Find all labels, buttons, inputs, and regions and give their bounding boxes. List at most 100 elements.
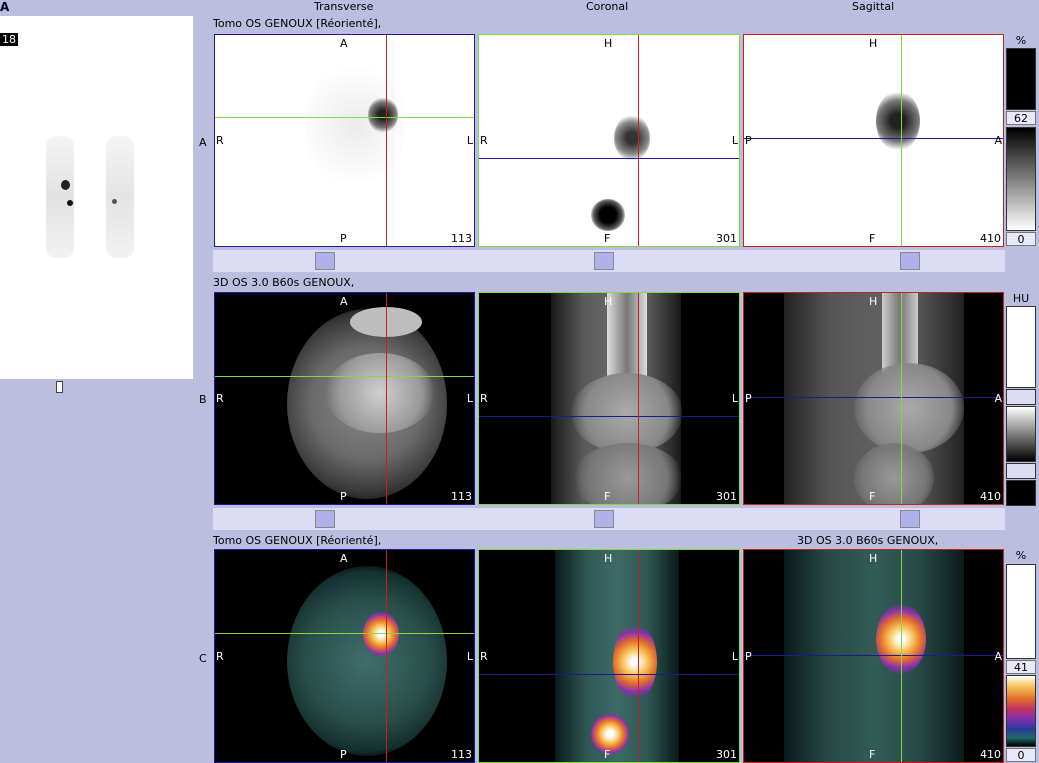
row-b-slice-slider-strip <box>213 508 1005 530</box>
orient-right: L <box>731 650 738 663</box>
row-c-title: Tomo OS GENOUX [Réorienté], <box>213 534 382 547</box>
whole-body-thumbnail[interactable]: 18 <box>0 16 193 379</box>
row-c-title-right: 3D OS 3.0 B60s GENOUX, <box>797 534 939 547</box>
row-c-colorbar-upper[interactable] <box>1006 564 1036 659</box>
slice-number: 113 <box>451 232 472 245</box>
transverse-slice-knob[interactable] <box>315 510 335 528</box>
orient-top: H <box>869 37 878 50</box>
orient-right: L <box>466 392 473 405</box>
row-b-window-upper[interactable] <box>1006 389 1036 405</box>
orient-top: H <box>604 37 613 50</box>
orient-bottom: P <box>340 232 347 245</box>
row-a-coronal-viewport[interactable]: H F R L 301 <box>478 34 740 247</box>
ct-femur-condyles <box>571 373 683 453</box>
orient-bottom: F <box>869 490 876 503</box>
orient-left: R <box>216 392 224 405</box>
orient-top: A <box>340 552 348 565</box>
crosshair-vertical <box>901 550 902 762</box>
row-b-sagittal-viewport[interactable]: H F P A 410 <box>743 292 1004 505</box>
row-b-window-lower[interactable] <box>1006 463 1036 479</box>
slice-number: 301 <box>716 490 737 503</box>
view-header-transverse: Transverse <box>314 0 374 13</box>
orient-left: P <box>745 392 752 405</box>
row-c-colorbar[interactable] <box>1006 675 1036 747</box>
frame-count: 18 <box>0 33 18 46</box>
uptake-hotspot <box>876 91 920 151</box>
crosshair-vertical <box>638 35 639 246</box>
slice-number: 301 <box>716 232 737 245</box>
orient-bottom: F <box>869 748 876 761</box>
row-b-colorbar-upper[interactable] <box>1006 306 1036 388</box>
row-c-sagittal-viewport[interactable]: H F P A 410 <box>743 549 1004 763</box>
orient-top: H <box>604 552 613 565</box>
ct-femur-condyle <box>325 353 435 433</box>
orient-bottom: F <box>869 232 876 245</box>
row-c-coronal-viewport[interactable]: H F R L 301 <box>478 549 740 763</box>
orient-top: H <box>869 295 878 308</box>
row-a-window-value[interactable]: 62 <box>1006 111 1036 125</box>
slice-number: 113 <box>451 748 472 761</box>
coronal-slice-knob[interactable] <box>594 510 614 528</box>
orient-right: L <box>466 134 473 147</box>
thumbnail-hotspot <box>61 180 70 190</box>
panel-tag: A <box>0 0 10 14</box>
row-a-min-value[interactable]: 0 <box>1006 232 1036 246</box>
coronal-slice-knob[interactable] <box>594 252 614 270</box>
orient-top: H <box>869 552 878 565</box>
row-a-colorbar-upper[interactable] <box>1006 48 1036 110</box>
crosshair-horizontal <box>215 633 474 634</box>
row-c-window-value[interactable]: 41 <box>1006 660 1036 674</box>
ct-femur-shaft <box>607 293 647 383</box>
orient-top: H <box>604 295 613 308</box>
row-b-coronal-viewport[interactable]: H F R L 301 <box>478 292 740 505</box>
crosshair-vertical <box>386 35 387 246</box>
view-header-sagittal: Sagittal <box>852 0 895 13</box>
thumbnail-hotspot <box>112 199 117 204</box>
fusion-hotspot <box>591 714 629 754</box>
ct-tibia-plateau <box>573 443 683 504</box>
row-a-sagittal-viewport[interactable]: H F P A 410 <box>743 34 1004 247</box>
row-a-label: A <box>199 136 207 149</box>
view-header-coronal: Coronal <box>586 0 629 13</box>
slice-number: 410 <box>980 748 1001 761</box>
ct-tibia <box>854 443 934 504</box>
orient-right: L <box>466 650 473 663</box>
sagittal-slice-knob[interactable] <box>900 252 920 270</box>
row-b-colorbar-lower[interactable] <box>1006 480 1036 506</box>
crosshair-horizontal <box>215 117 474 118</box>
row-b-transverse-viewport[interactable]: A P R L 113 <box>214 292 475 505</box>
row-a-title: Tomo OS GENOUX [Réorienté], <box>213 17 382 30</box>
sagittal-slice-knob[interactable] <box>900 510 920 528</box>
row-b-label: B <box>199 393 207 406</box>
crosshair-vertical <box>638 293 639 504</box>
orient-left: P <box>745 134 752 147</box>
crosshair-horizontal <box>744 138 1003 139</box>
thumbnail-scroll-handle[interactable] <box>56 381 63 393</box>
crosshair-horizontal <box>479 158 739 159</box>
uptake-hotspot <box>591 199 625 231</box>
transverse-slice-knob[interactable] <box>315 252 335 270</box>
uptake-hotspot <box>614 115 650 161</box>
fusion-hotspot <box>613 624 657 700</box>
uptake-hotspot <box>368 97 398 133</box>
fusion-knee-section <box>287 566 447 756</box>
crosshair-vertical <box>386 550 387 762</box>
orient-right: L <box>731 134 738 147</box>
slice-number: 113 <box>451 490 472 503</box>
orient-bottom: F <box>604 232 611 245</box>
row-b-colorbar[interactable] <box>1006 406 1036 462</box>
orient-right: L <box>731 392 738 405</box>
fusion-thigh-tissue <box>784 550 964 762</box>
orient-right: A <box>994 392 1002 405</box>
row-a-colorbar[interactable] <box>1006 127 1036 231</box>
row-a-transverse-viewport[interactable]: A P R L 113 <box>214 34 475 247</box>
row-c-min-value[interactable]: 0 <box>1006 748 1036 762</box>
orient-left: R <box>216 134 224 147</box>
orient-right: A <box>994 134 1002 147</box>
row-c-transverse-viewport[interactable]: A P R L 113 <box>214 549 475 763</box>
crosshair-vertical <box>901 35 902 246</box>
crosshair-horizontal <box>215 376 474 377</box>
crosshair-horizontal <box>744 397 1003 398</box>
orient-left: R <box>480 134 488 147</box>
thumbnail-hotspot <box>67 200 73 206</box>
